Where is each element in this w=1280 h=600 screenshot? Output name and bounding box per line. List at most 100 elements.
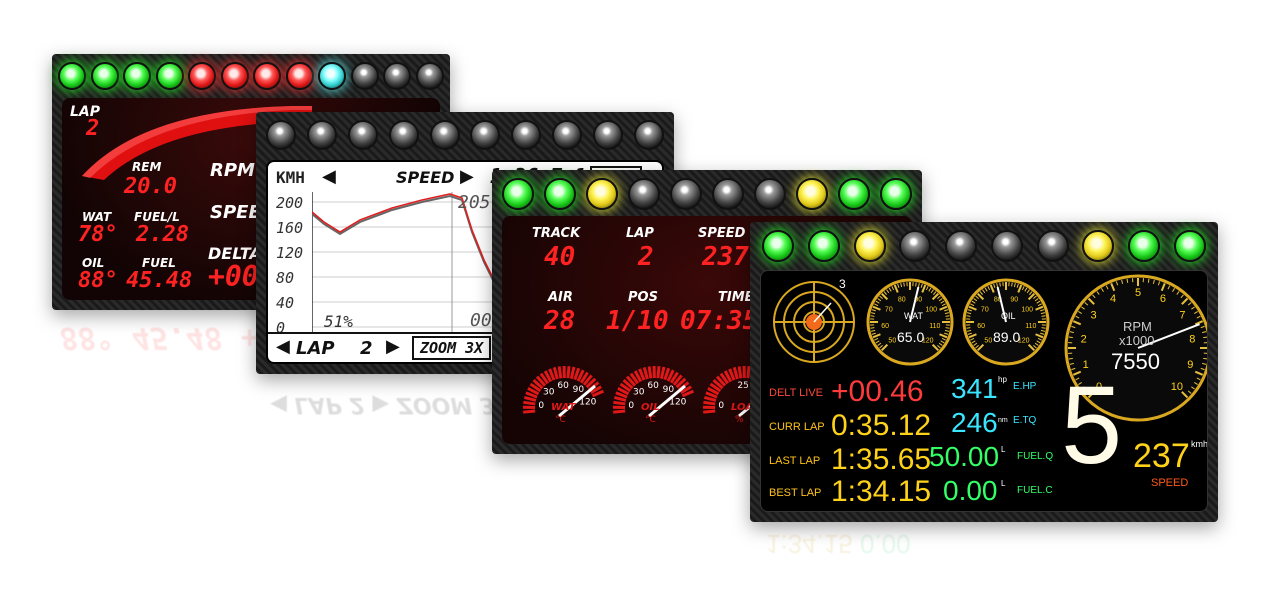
fuel-value: 45.48 xyxy=(126,268,193,293)
shift-led-9 xyxy=(1128,230,1161,262)
gauge-tick: 3 xyxy=(1090,310,1096,322)
bottom-readout: 00 xyxy=(470,310,492,331)
speed-axis-tick: 80 xyxy=(276,269,295,287)
shift-light-bar xyxy=(492,178,922,210)
shift-led-3 xyxy=(347,120,378,150)
shift-led-8 xyxy=(1082,230,1115,262)
radar-readout: 3 xyxy=(839,277,846,291)
gauge-unit: % xyxy=(735,415,744,425)
gauge-label: WAT xyxy=(551,402,576,413)
water-temp-label: WAT xyxy=(904,311,923,321)
gauge-unit: °C xyxy=(555,415,566,425)
air-temp-value: 28 xyxy=(544,306,576,336)
gauge-tick: 60 xyxy=(647,381,659,391)
shift-led-10 xyxy=(880,178,912,210)
gear-indicator: 5 xyxy=(1061,364,1123,487)
shift-led-3 xyxy=(123,62,152,90)
engine-hp-value: 341 xyxy=(951,373,998,404)
shift-led-4 xyxy=(899,230,932,262)
speed-axis-tick: 120 xyxy=(276,244,304,262)
speed-value: 237 xyxy=(1133,437,1190,475)
gauge-tick: 4 xyxy=(1110,293,1116,305)
unit-toggle-left-icon[interactable]: ◀ xyxy=(322,166,336,187)
position-label: POS xyxy=(628,290,658,305)
shift-led-5 xyxy=(188,62,217,90)
shift-led-3 xyxy=(586,178,618,210)
last-lap-value: 1:35.65 xyxy=(831,443,932,476)
shift-led-1 xyxy=(266,120,296,150)
shift-led-8 xyxy=(552,120,583,150)
shift-led-4 xyxy=(155,62,184,90)
gauge-tick: 110 xyxy=(929,323,940,330)
gauge-tick: 30 xyxy=(633,387,645,397)
time-value: 07:35 xyxy=(680,306,759,336)
gauge-tick: 60 xyxy=(881,323,889,330)
delta-live-value: +00.46 xyxy=(831,375,924,408)
reflection-panel2: ◀ LAP 2 ▶ ZOOM 3X xyxy=(270,392,513,417)
throttle-percent: 51% xyxy=(324,312,353,331)
speed-value: 237 xyxy=(702,242,749,272)
gauge-tick: 5 xyxy=(1135,287,1141,299)
shift-led-2 xyxy=(544,178,576,210)
lap-next-icon[interactable]: ▶ xyxy=(386,336,400,357)
gauge-tick: 70 xyxy=(981,307,989,314)
lap-value: 2 xyxy=(638,242,654,272)
speed-unit: kmh xyxy=(1191,439,1208,449)
lap-prev-icon[interactable]: ◀ xyxy=(276,336,290,357)
shift-led-6 xyxy=(470,120,501,150)
shift-led-1 xyxy=(58,62,86,90)
track-temp-label: TRACK xyxy=(532,226,581,241)
oil-value: 88° xyxy=(78,268,118,293)
gauge-tick: 100 xyxy=(1021,307,1033,314)
shift-led-6 xyxy=(990,230,1023,262)
unit-label: KMH xyxy=(276,168,305,187)
shift-led-12 xyxy=(415,62,444,90)
gauge-wat: 0 3060 90 120WAT °C xyxy=(522,365,605,425)
lap-label: LAP xyxy=(296,338,335,359)
speed-label: SPEED xyxy=(698,226,746,241)
shift-light-bar xyxy=(52,62,450,90)
time-label: TIME xyxy=(718,290,754,305)
lap-value: 2 xyxy=(86,116,100,141)
gauge-tick: 90 xyxy=(1010,296,1018,303)
gauge-tick: 10 xyxy=(1171,381,1183,393)
panel4-screen: 3 50 60 70 80 90 100 110 120 WAT 65.0 50 60 70 80 9… xyxy=(760,270,1208,512)
fuel-consumption-unit: L xyxy=(1001,479,1006,488)
gauge-tick: 110 xyxy=(1025,323,1036,330)
position-value: 1/10 xyxy=(606,306,669,336)
rem-label: REM xyxy=(132,160,162,174)
speed-axis-tick: 160 xyxy=(276,219,304,237)
oil-temp-value: 89.0 xyxy=(993,329,1021,345)
current-lap-value: 0:35.12 xyxy=(831,409,932,442)
speed-toggle-right-icon[interactable]: ▶ xyxy=(460,166,474,187)
speed-axis-tick: 200 xyxy=(276,194,304,212)
shift-led-8 xyxy=(285,62,314,90)
gauge-oil: 0 3060 90 120 OIL °C xyxy=(612,365,695,425)
oil-temp-label: OIL xyxy=(1001,311,1016,321)
zoom-button[interactable]: ZOOM 3X xyxy=(412,336,492,360)
reflection-panel4: 1:34.15 0.00 xyxy=(766,529,911,559)
shift-light-bar xyxy=(256,120,674,150)
oil-temp-gauge: 50607080 90100110120 xyxy=(962,278,1050,366)
gauge-unit: °C xyxy=(645,415,656,425)
shift-led-9 xyxy=(318,62,347,90)
gauge-tick: 90 xyxy=(573,385,585,395)
gauge-tick: 30 xyxy=(543,387,555,397)
shift-led-5 xyxy=(429,120,460,150)
shift-led-7 xyxy=(253,62,282,90)
gauge-tick: 0 xyxy=(628,401,634,411)
shift-led-7 xyxy=(754,178,786,210)
shift-led-10 xyxy=(633,120,664,150)
shift-led-10 xyxy=(1173,230,1206,262)
shift-led-8 xyxy=(796,178,828,210)
last-lap-label: LAST LAP xyxy=(769,455,821,467)
dashboard-panel-4: 3 50 60 70 80 90 100 110 120 WAT 65.0 50 60 70 80 9… xyxy=(750,222,1218,522)
gauge-tick: 120 xyxy=(669,398,686,408)
shift-led-7 xyxy=(511,120,542,150)
gauge-tick: 60 xyxy=(977,323,985,330)
engine-hp-label: E.HP xyxy=(1013,381,1037,392)
shift-led-10 xyxy=(350,62,379,90)
shift-led-5 xyxy=(670,178,702,210)
fuel-consumption-label: FUEL.C xyxy=(1017,485,1053,496)
gauge-tick: 8 xyxy=(1189,333,1195,345)
